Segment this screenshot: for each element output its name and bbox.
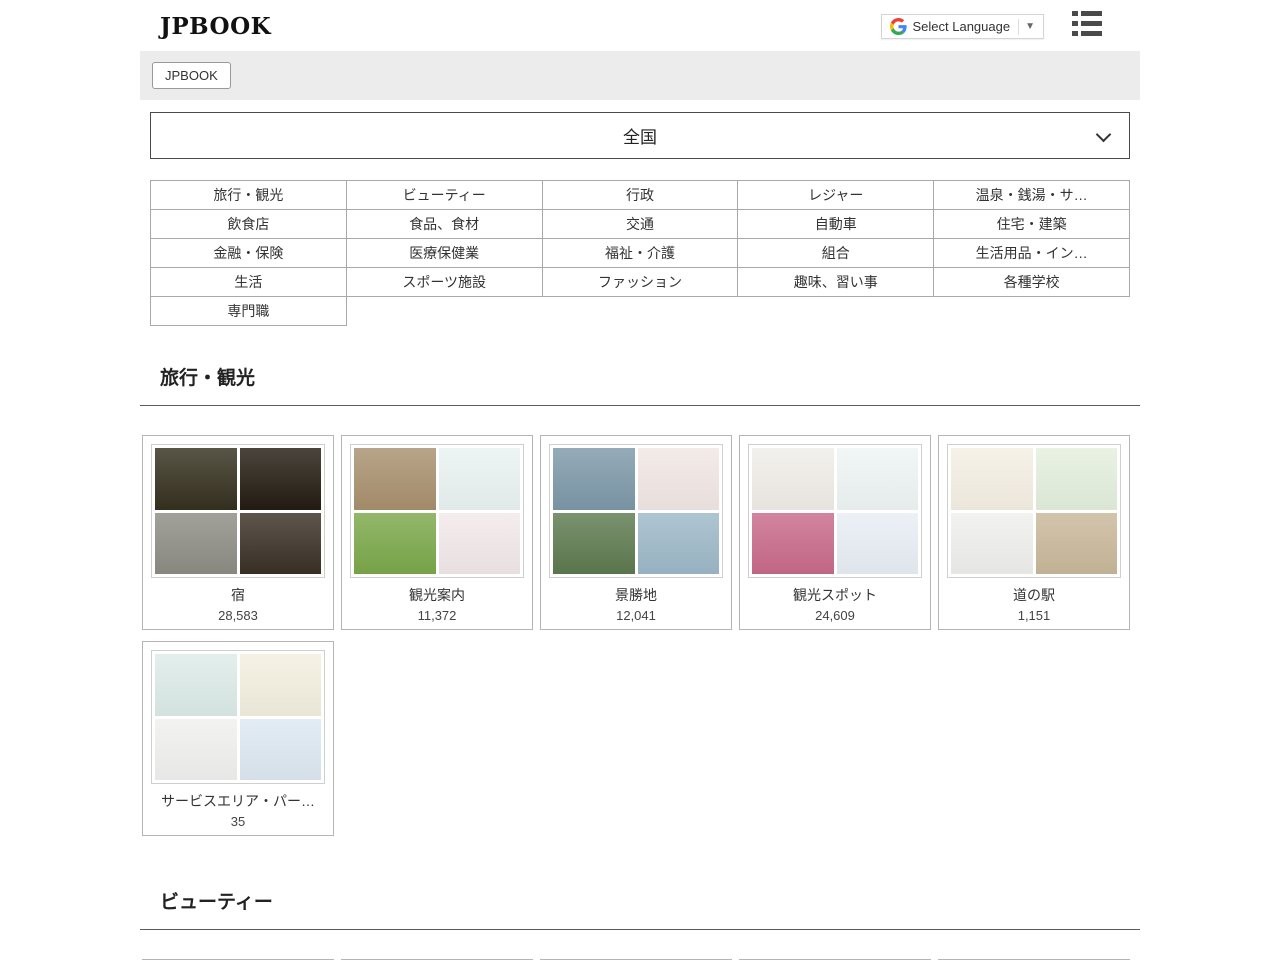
card-label: 景勝地: [549, 585, 723, 605]
category-cell-schools[interactable]: 各種学校: [934, 268, 1130, 297]
card-label: 道の駅: [947, 585, 1121, 605]
page-container: JPBOOK Select Language ▼: [140, 0, 1140, 960]
card-label: 観光案内: [350, 585, 524, 605]
card-service-area[interactable]: サービスエリア・パー… 35: [142, 641, 334, 836]
category-cell-transport[interactable]: 交通: [542, 210, 738, 239]
chevron-down-icon: [1096, 127, 1112, 143]
category-cell-sports[interactable]: スポーツ施設: [346, 268, 542, 297]
breadcrumb: JPBOOK: [140, 51, 1140, 100]
section-title-beauty: ビューティー: [160, 887, 1140, 914]
top-bar: JPBOOK Select Language ▼: [140, 0, 1140, 51]
topbar-right: Select Language ▼: [881, 10, 1103, 43]
card-keishouchi[interactable]: 景勝地 12,041: [540, 435, 732, 630]
card-thumbnail: [350, 444, 524, 578]
category-cell-automobile[interactable]: 自動車: [738, 210, 934, 239]
category-cell-leisure[interactable]: レジャー: [738, 181, 934, 210]
travel-cards: 宿 28,583 観光案内 11,372 景勝地 12,041 観光スポット 2…: [140, 406, 1140, 850]
site-title: JPBOOK: [160, 13, 271, 40]
section-travel: 旅行・観光 宿 28,583 観光案内 11,372 景勝地 12,041 観光…: [140, 363, 1140, 850]
category-cell-finance[interactable]: 金融・保険: [151, 239, 347, 268]
card-label: 宿: [151, 585, 325, 605]
card-count: 28,583: [151, 608, 325, 623]
card-count: 11,372: [350, 608, 524, 623]
language-selector-label: Select Language: [913, 19, 1011, 34]
region-select-value: 全国: [623, 123, 657, 148]
card-michinoeki[interactable]: 道の駅 1,151: [938, 435, 1130, 630]
language-selector[interactable]: Select Language ▼: [881, 14, 1045, 39]
category-cell-housing[interactable]: 住宅・建築: [934, 210, 1130, 239]
card-thumbnail: [151, 650, 325, 784]
google-logo-icon: [890, 18, 907, 35]
category-cell-food[interactable]: 食品、食材: [346, 210, 542, 239]
section-title-travel: 旅行・観光: [160, 363, 1140, 390]
breadcrumb-home-button[interactable]: JPBOOK: [152, 62, 231, 89]
card-thumbnail: [748, 444, 922, 578]
category-cell-daily-goods[interactable]: 生活用品・イン…: [934, 239, 1130, 268]
beauty-cards: [140, 930, 1140, 960]
category-cell-life[interactable]: 生活: [151, 268, 347, 297]
card-label: サービスエリア・パー…: [151, 791, 325, 811]
category-row: 旅行・観光 ビューティー 行政 レジャー 温泉・銭湯・サ…: [151, 181, 1130, 210]
section-beauty: ビューティー: [140, 887, 1140, 960]
category-cell-government[interactable]: 行政: [542, 181, 738, 210]
category-cell-professional[interactable]: 専門職: [151, 297, 347, 326]
card-thumbnail: [947, 444, 1121, 578]
category-cell-union[interactable]: 組合: [738, 239, 934, 268]
card-count: 35: [151, 814, 325, 829]
language-caret-icon: ▼: [1025, 21, 1035, 32]
card-kankou-spot[interactable]: 観光スポット 24,609: [739, 435, 931, 630]
card-kankou-annai[interactable]: 観光案内 11,372: [341, 435, 533, 630]
category-cell-welfare[interactable]: 福祉・介護: [542, 239, 738, 268]
card-count: 1,151: [947, 608, 1121, 623]
card-label: 観光スポット: [748, 585, 922, 605]
category-cell-restaurant[interactable]: 飲食店: [151, 210, 347, 239]
card-yado[interactable]: 宿 28,583: [142, 435, 334, 630]
card-count: 24,609: [748, 608, 922, 623]
category-row: 金融・保険 医療保健業 福祉・介護 組合 生活用品・イン…: [151, 239, 1130, 268]
category-row: 専門職: [151, 297, 1130, 326]
category-row: 飲食店 食品、食材 交通 自動車 住宅・建築: [151, 210, 1130, 239]
category-cell-beauty[interactable]: ビューティー: [346, 181, 542, 210]
category-cell-empty: [346, 297, 1129, 326]
language-selector-divider: [1018, 19, 1019, 35]
category-cell-travel[interactable]: 旅行・観光: [151, 181, 347, 210]
category-cell-medical[interactable]: 医療保健業: [346, 239, 542, 268]
category-row: 生活 スポーツ施設 ファッション 趣味、習い事 各種学校: [151, 268, 1130, 297]
card-thumbnail: [549, 444, 723, 578]
category-table: 旅行・観光 ビューティー 行政 レジャー 温泉・銭湯・サ… 飲食店 食品、食材 …: [150, 180, 1130, 326]
category-cell-fashion[interactable]: ファッション: [542, 268, 738, 297]
region-select[interactable]: 全国: [150, 112, 1130, 159]
card-thumbnail: [151, 444, 325, 578]
menu-list-icon[interactable]: [1072, 10, 1102, 43]
card-count: 12,041: [549, 608, 723, 623]
category-cell-onsen[interactable]: 温泉・銭湯・サ…: [934, 181, 1130, 210]
category-cell-hobby[interactable]: 趣味、習い事: [738, 268, 934, 297]
